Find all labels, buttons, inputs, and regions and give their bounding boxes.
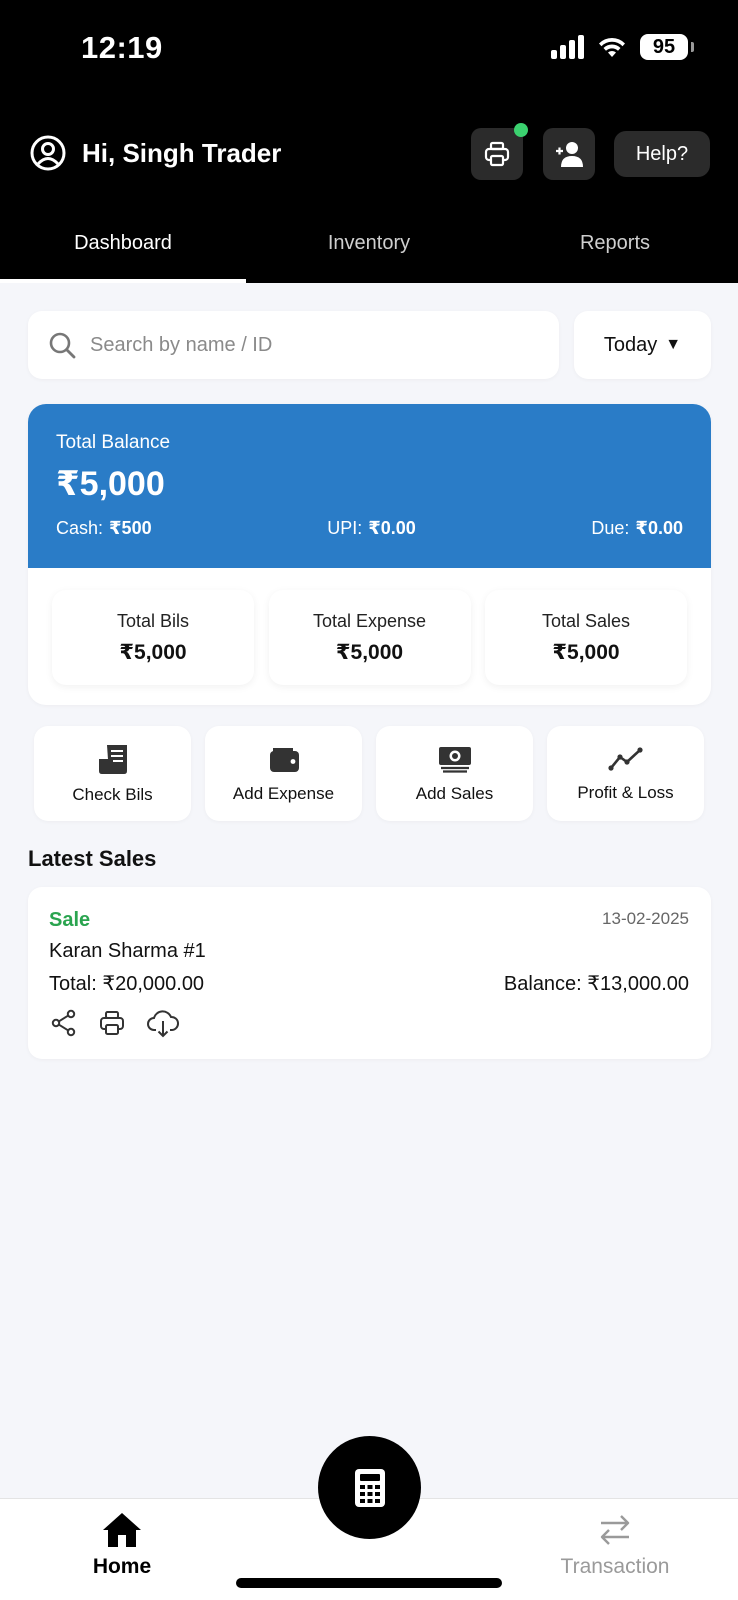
nav-transaction-label: Transaction (560, 1555, 670, 1578)
stat-label: Total Expense (312, 610, 427, 631)
sale-date: 13-02-2025 (602, 909, 689, 928)
add-sales-button[interactable]: Add Sales (376, 726, 533, 821)
period-selected: Today (603, 333, 658, 356)
profit-loss-button[interactable]: Profit & Loss (547, 726, 704, 821)
home-icon (103, 1513, 141, 1547)
quick-actions: Check Bils Add Expense Add Sales Profit … (34, 726, 704, 821)
printer-icon (484, 141, 510, 167)
due-value: ₹0.00 (635, 518, 683, 538)
receipt-icon (98, 744, 127, 774)
cash-label: Cash: (56, 518, 104, 538)
tab-bar: Dashboard Inventory Reports (0, 220, 738, 283)
nav-transaction[interactable]: Transaction (515, 1511, 715, 1579)
printer-icon[interactable] (98, 1009, 126, 1037)
action-label: Check Bils (72, 784, 153, 804)
cash-icon (438, 746, 471, 773)
sale-actions (50, 1009, 180, 1039)
stat-value: ₹5,000 (335, 640, 404, 664)
stat-total-expense[interactable]: Total Expense ₹5,000 (268, 590, 471, 685)
help-button[interactable]: Help? (614, 131, 710, 177)
add-user-button[interactable] (543, 128, 595, 180)
add-user-icon (556, 142, 583, 167)
wallet-icon (269, 747, 299, 772)
add-expense-button[interactable]: Add Expense (205, 726, 362, 821)
signal-icon (551, 35, 584, 59)
cash-value: ₹500 (109, 518, 152, 538)
search-input[interactable] (90, 333, 510, 357)
transfer-icon (600, 1515, 630, 1545)
sale-balance: Balance: ₹13,000.00 (503, 973, 689, 995)
sale-type: Sale (49, 909, 91, 931)
tab-dashboard[interactable]: Dashboard (0, 220, 246, 283)
greeting: Hi, Singh Trader (30, 135, 281, 171)
balance-label: Total Balance (56, 432, 171, 453)
status-time: 12:19 (81, 30, 163, 65)
stat-value: ₹5,000 (552, 640, 620, 664)
balance-breakdown: Cash: ₹500 UPI: ₹0.00 Due: ₹0.00 (56, 518, 683, 539)
online-indicator (514, 123, 528, 137)
stat-total-sales[interactable]: Total Sales ₹5,000 (485, 590, 687, 685)
balance-value: ₹5,000 (56, 465, 165, 503)
action-label: Add Expense (232, 783, 335, 803)
upi-balance: UPI: ₹0.00 (327, 518, 416, 539)
stat-label: Total Sales (541, 610, 631, 631)
stat-value: ₹5,000 (119, 640, 187, 664)
wifi-icon (599, 37, 625, 57)
stat-total-bills[interactable]: Total Bils ₹5,000 (52, 590, 254, 685)
due-label: Due: (591, 518, 630, 538)
stats-row: Total Bils ₹5,000 Total Expense ₹5,000 T… (28, 568, 711, 685)
caret-down-icon: ▼ (665, 336, 682, 353)
upi-label: UPI: (327, 518, 363, 538)
due-balance: Due: ₹0.00 (591, 518, 683, 539)
cloud-download-icon[interactable] (146, 1009, 180, 1039)
action-label: Add Sales (415, 783, 494, 803)
stat-label: Total Bils (116, 610, 190, 631)
home-indicator (236, 1578, 502, 1588)
sale-total: Total: ₹20,000.00 (49, 973, 205, 995)
latest-sales-title: Latest Sales (28, 846, 157, 871)
top-header: 12:19 95 Hi, Singh Trader Help? Dashboar… (0, 0, 738, 283)
greeting-text: Hi, Singh Trader (82, 137, 282, 168)
upi-value: ₹0.00 (368, 518, 416, 538)
cash-balance: Cash: ₹500 (56, 518, 152, 539)
battery-icon: 95 (640, 34, 694, 60)
search-icon (49, 332, 76, 359)
sale-card[interactable]: Sale 13-02-2025 Karan Sharma #1 Total: ₹… (28, 887, 711, 1059)
period-dropdown[interactable]: Today ▼ (574, 311, 711, 379)
tab-reports[interactable]: Reports (492, 220, 738, 283)
calculator-icon (354, 1468, 385, 1507)
nav-home[interactable]: Home (22, 1511, 222, 1579)
check-bills-button[interactable]: Check Bils (34, 726, 191, 821)
customer-name: Karan Sharma #1 (49, 940, 206, 962)
user-circle-icon[interactable] (30, 135, 66, 171)
calculator-button[interactable] (318, 1436, 421, 1539)
balance-summary: Total Balance ₹5,000 Cash: ₹500 UPI: ₹0.00… (28, 404, 711, 568)
action-label: Profit & Loss (577, 782, 674, 802)
nav-home-label: Home (92, 1555, 152, 1578)
search-bar (28, 311, 559, 379)
share-icon[interactable] (50, 1009, 78, 1037)
status-icons: 95 (551, 34, 694, 60)
trend-icon (607, 746, 643, 771)
printer-button[interactable] (471, 123, 528, 180)
balance-card: Total Balance ₹5,000 Cash: ₹500 UPI: ₹0.00… (28, 404, 711, 705)
tab-inventory[interactable]: Inventory (246, 220, 492, 283)
